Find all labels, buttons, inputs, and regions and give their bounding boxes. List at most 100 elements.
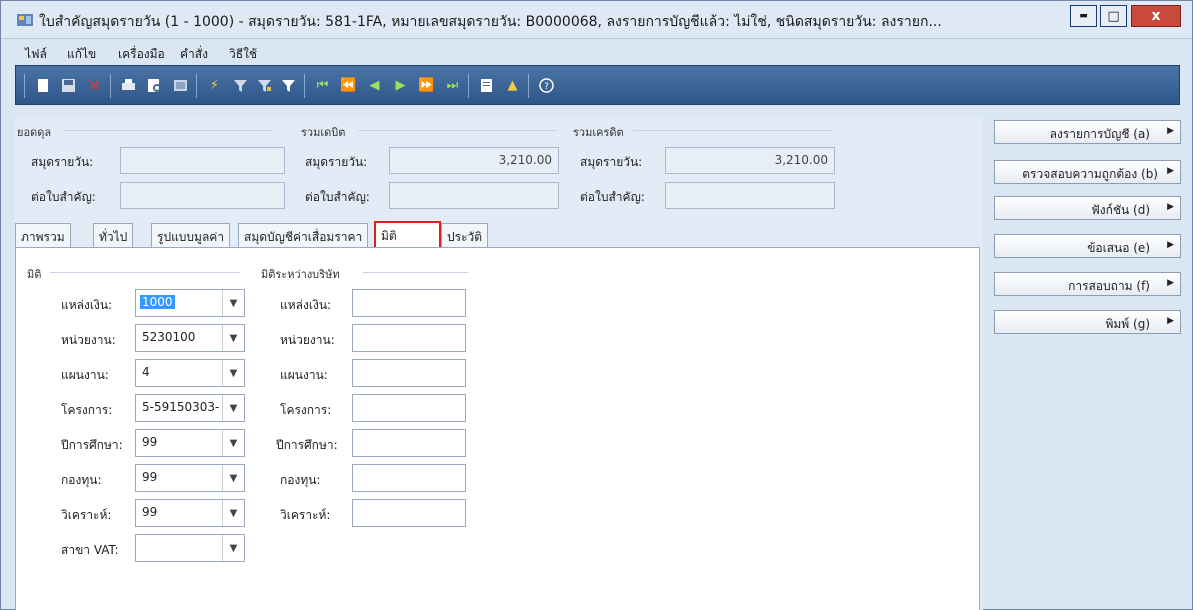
next-record-icon[interactable]: ▶ xyxy=(392,77,409,94)
toolbar-separator xyxy=(196,74,197,98)
tab-general[interactable]: ทั่วไป xyxy=(93,223,134,249)
last-record-icon[interactable]: ⏭ xyxy=(444,77,461,94)
submenu-arrow-icon: ▶ xyxy=(1167,202,1174,212)
export-icon[interactable] xyxy=(172,77,189,94)
menu-edit[interactable]: แก้ไข xyxy=(67,45,96,64)
chevron-down-icon[interactable]: ▼ xyxy=(222,430,244,456)
post-button[interactable]: ลงรายการบัญชี (a) ▶ xyxy=(994,120,1181,144)
plan-combo[interactable]: 4 ▼ xyxy=(135,359,245,387)
chevron-down-icon[interactable]: ▼ xyxy=(222,395,244,421)
analysis-combo[interactable]: 99 ▼ xyxy=(135,499,245,527)
chevron-down-icon[interactable]: ▼ xyxy=(222,465,244,491)
academic-year-label: ปีการศึกษา: xyxy=(61,438,123,452)
toolbar: ✕ ⚡ ⏮ ⏪ ◀ ▶ ⏩ ⏭ ▲ ? xyxy=(15,65,1180,105)
plan-value: 4 xyxy=(142,365,150,379)
print-button[interactable]: พิมพ์ (g) ▶ xyxy=(994,310,1181,334)
vat-branch-combo[interactable]: ▼ xyxy=(135,534,245,562)
ic-academic-year-label: ปีการศึกษา: xyxy=(276,438,338,452)
validate-button-label: ตรวจสอบความถูกต้อง (b) xyxy=(1022,167,1158,181)
intercompany-group-label: มิติระหว่างบริษัท xyxy=(261,268,340,281)
dimensions-panel: มิติ มิติระหว่างบริษัท แหล่งเงิน: 1000 ▼… xyxy=(15,247,980,610)
fund-value: 99 xyxy=(142,470,158,484)
chevron-down-icon[interactable]: ▼ xyxy=(222,535,244,561)
debit-voucher-label: ต่อใบสำคัญ: xyxy=(305,190,370,204)
help-icon[interactable]: ? xyxy=(538,77,555,94)
plan-label: แผนงาน: xyxy=(61,368,109,382)
tab-overview[interactable]: ภาพรวม xyxy=(15,223,71,249)
first-record-icon[interactable]: ⏮ xyxy=(314,77,331,94)
toolbar-separator xyxy=(24,74,25,98)
chevron-down-icon[interactable]: ▼ xyxy=(222,325,244,351)
print-icon[interactable] xyxy=(120,77,137,94)
ic-department-label: หน่วยงาน: xyxy=(280,333,335,347)
functions-button[interactable]: ฟังก์ชัน (d) ▶ xyxy=(994,196,1181,220)
ic-fund-label: กองทุน: xyxy=(280,473,321,487)
balance-journal-label: สมุดรายวัน: xyxy=(31,155,94,169)
fund-combo[interactable]: 99 ▼ xyxy=(135,464,245,492)
tab-dimensions[interactable]: มิติ xyxy=(374,221,441,249)
academic-year-value: 99 xyxy=(142,435,158,449)
funding-source-value: 1000 xyxy=(140,295,175,309)
menu-tools[interactable]: เครื่องมือ xyxy=(118,45,165,64)
academic-year-combo[interactable]: 99 ▼ xyxy=(135,429,245,457)
group-divider xyxy=(363,272,468,273)
ic-academic-year-field[interactable] xyxy=(352,429,466,457)
credit-voucher-label: ต่อใบสำคัญ: xyxy=(580,190,645,204)
project-value: 5-59150303- xyxy=(142,400,220,414)
ic-fund-field[interactable] xyxy=(352,464,466,492)
advanced-filter-icon[interactable] xyxy=(232,77,249,94)
tab-history[interactable]: ประวัติ xyxy=(441,223,489,249)
alert-icon[interactable]: ▲ xyxy=(504,77,521,94)
funding-source-combo[interactable]: 1000 ▼ xyxy=(135,289,245,317)
previous-record-icon[interactable]: ◀ xyxy=(366,77,383,94)
project-combo[interactable]: 5-59150303- ▼ xyxy=(135,394,245,422)
menu-help[interactable]: วิธีใช้ xyxy=(229,45,257,64)
maximize-button[interactable]: □ xyxy=(1100,5,1127,27)
title-bar: ใบสำคัญสมุดรายวัน (1 - 1000) - สมุดรายวั… xyxy=(1,1,1192,39)
window-title: ใบสำคัญสมุดรายวัน (1 - 1000) - สมุดรายวั… xyxy=(39,14,942,30)
department-label: หน่วยงาน: xyxy=(61,333,116,347)
ic-plan-field[interactable] xyxy=(352,359,466,387)
journal-voucher-window: ใบสำคัญสมุดรายวัน (1 - 1000) - สมุดรายวั… xyxy=(0,0,1193,610)
submenu-arrow-icon: ▶ xyxy=(1167,166,1174,176)
submenu-arrow-icon: ▶ xyxy=(1167,126,1174,136)
ic-funding-source-field[interactable] xyxy=(352,289,466,317)
menu-bar: ไฟล์ แก้ไข เครื่องมือ คำสั่ง วิธีใช้ xyxy=(1,40,1192,64)
app-icon xyxy=(17,14,33,26)
menu-file[interactable]: ไฟล์ xyxy=(25,45,47,64)
ic-funding-source-label: แหล่งเงิน: xyxy=(280,298,332,312)
filter-selection-icon[interactable]: ⚡ xyxy=(206,77,223,94)
ic-analysis-field[interactable] xyxy=(352,499,466,527)
toolbar-separator xyxy=(468,74,469,98)
department-combo[interactable]: 5230100 ▼ xyxy=(135,324,245,352)
previous-page-icon[interactable]: ⏪ xyxy=(340,77,357,94)
debit-journal-field: 3,210.00 xyxy=(389,147,559,174)
next-page-icon[interactable]: ⏩ xyxy=(418,77,435,94)
chevron-down-icon[interactable]: ▼ xyxy=(222,360,244,386)
chevron-down-icon[interactable]: ▼ xyxy=(222,290,244,316)
group-divider xyxy=(633,130,833,131)
ic-department-field[interactable] xyxy=(352,324,466,352)
save-icon[interactable] xyxy=(60,77,77,94)
submenu-arrow-icon: ▶ xyxy=(1167,278,1174,288)
tab-strip: ภาพรวม ทั่วไป รูปแบบมูลค่า สมุดบัญชีค่าเ… xyxy=(15,221,975,249)
attachment-icon[interactable] xyxy=(478,77,495,94)
ic-project-field[interactable] xyxy=(352,394,466,422)
filter-icon[interactable] xyxy=(280,77,297,94)
minimize-button[interactable]: ▬ xyxy=(1070,5,1097,27)
menu-command[interactable]: คำสั่ง xyxy=(180,45,208,64)
balance-voucher-label: ต่อใบสำคัญ: xyxy=(31,190,96,204)
filter-by-field-icon[interactable] xyxy=(256,77,273,94)
tab-value-models[interactable]: รูปแบบมูลค่า xyxy=(151,223,231,249)
print-preview-icon[interactable] xyxy=(146,77,163,94)
inquiry-button[interactable]: การสอบถาม (f) ▶ xyxy=(994,272,1181,296)
validate-button[interactable]: ตรวจสอบความถูกต้อง (b) ▶ xyxy=(994,160,1181,184)
delete-icon[interactable]: ✕ xyxy=(86,76,103,95)
group-divider xyxy=(50,272,240,273)
new-icon[interactable] xyxy=(34,77,51,94)
proposal-button[interactable]: ข้อเสนอ (e) ▶ xyxy=(994,234,1181,258)
close-button[interactable]: x xyxy=(1131,5,1181,27)
tab-depreciation-books[interactable]: สมุดบัญชีค่าเสื่อมราคา xyxy=(238,223,369,249)
chevron-down-icon[interactable]: ▼ xyxy=(222,500,244,526)
ic-project-label: โครงการ: xyxy=(280,403,332,417)
